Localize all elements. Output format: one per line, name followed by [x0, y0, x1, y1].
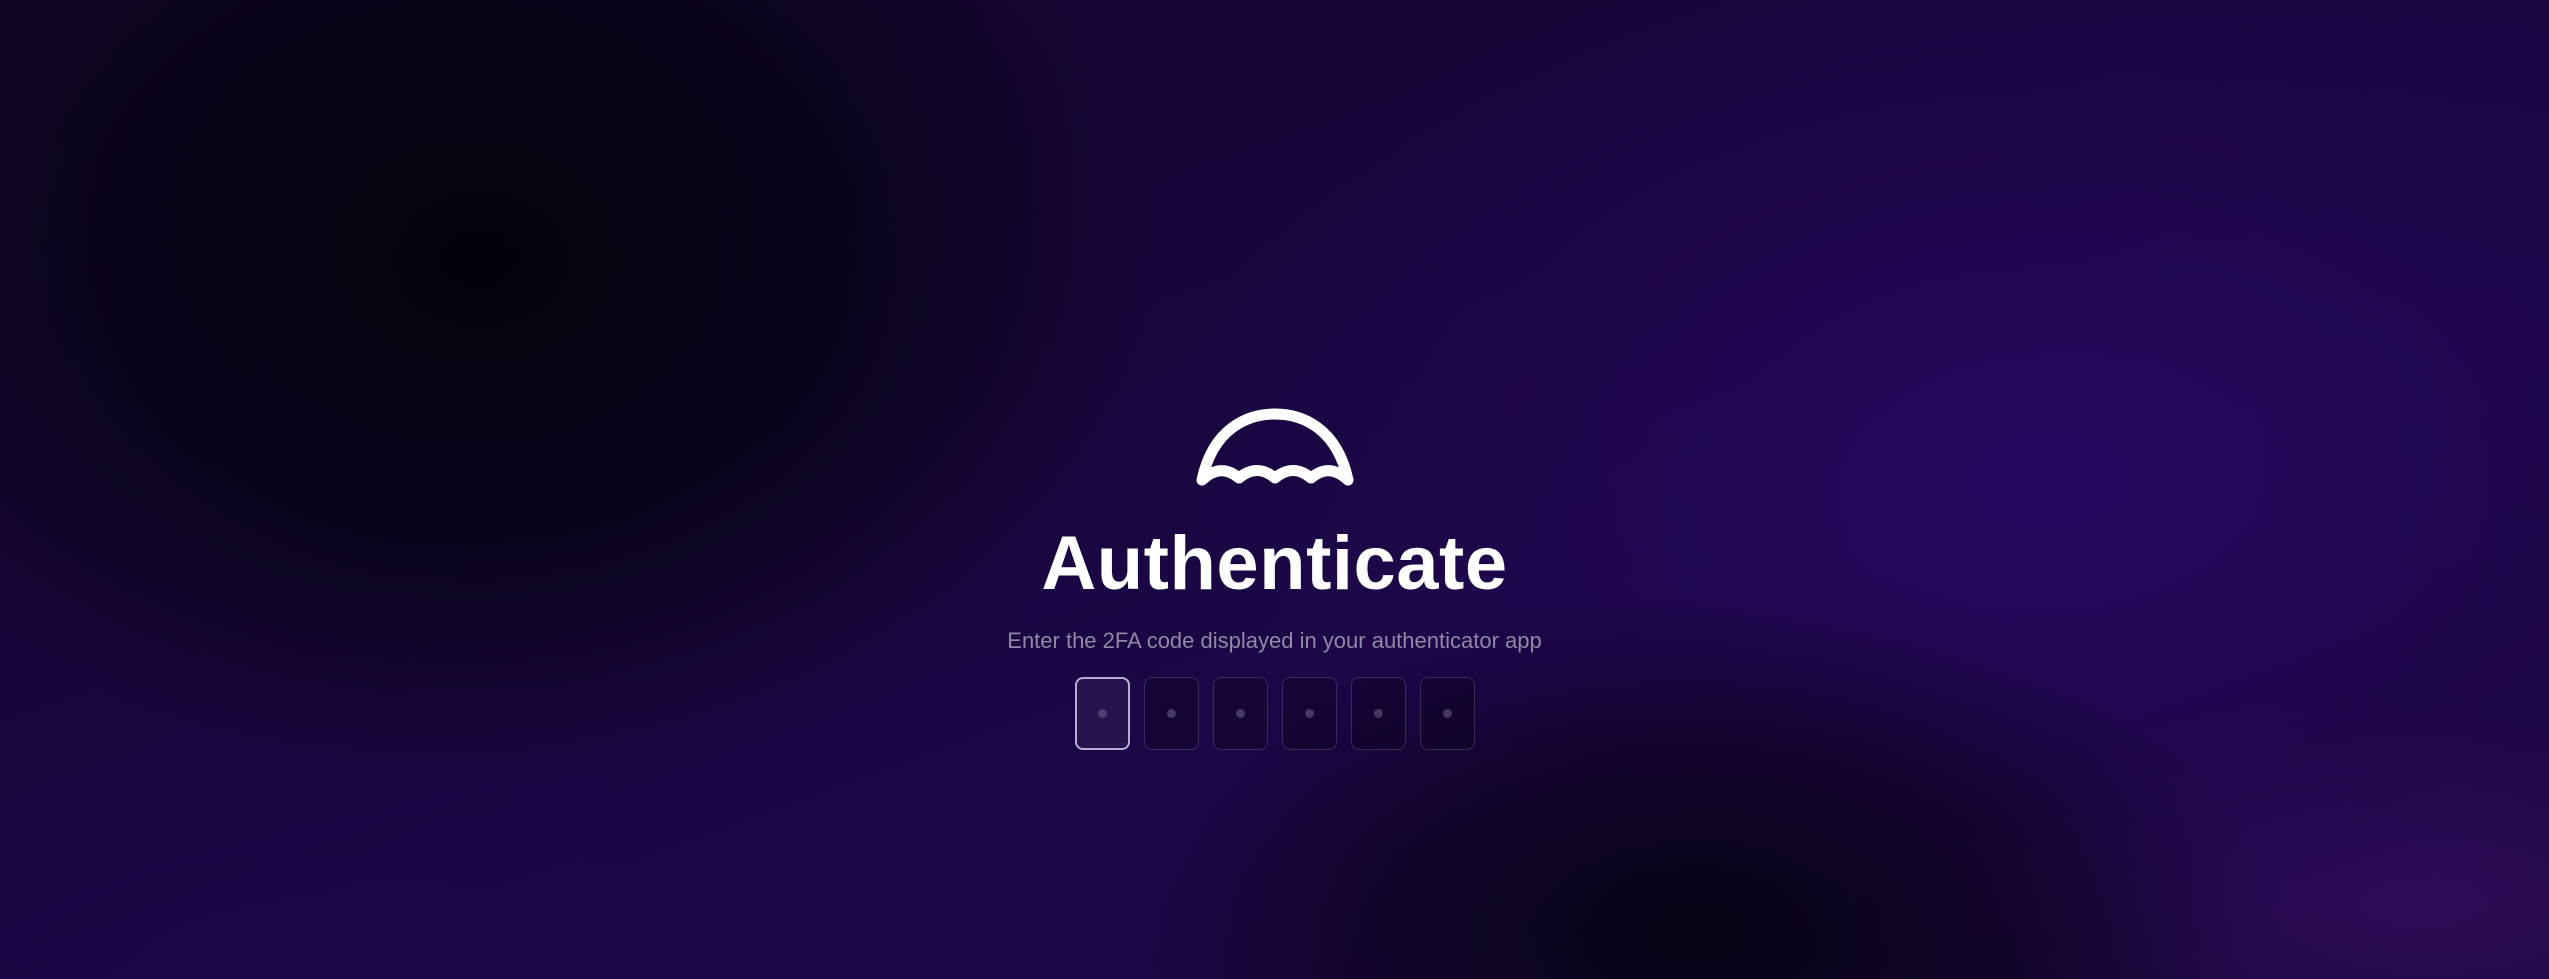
placeholder-dot-icon: [1373, 709, 1383, 718]
placeholder-dot-icon: [1235, 709, 1245, 718]
page-subtitle: Enter the 2FA code displayed in your aut…: [1007, 628, 1542, 653]
otp-digit-4[interactable]: [1281, 677, 1337, 750]
placeholder-dot-icon: [1097, 709, 1107, 718]
otp-digit-3[interactable]: [1212, 677, 1268, 750]
otp-digit-1[interactable]: [1074, 677, 1130, 750]
placeholder-dot-icon: [1166, 709, 1176, 718]
placeholder-dot-icon: [1442, 709, 1452, 718]
page-title: Authenticate: [1041, 521, 1508, 606]
auth-panel: Authenticate Enter the 2FA code displaye…: [0, 408, 2549, 750]
otp-digit-6[interactable]: [1419, 677, 1475, 750]
dome-waves-logo-icon: [1193, 408, 1357, 492]
otp-code-input: [1074, 677, 1475, 750]
placeholder-dot-icon: [1304, 709, 1314, 718]
otp-digit-5[interactable]: [1350, 677, 1406, 750]
otp-digit-2[interactable]: [1143, 677, 1199, 750]
